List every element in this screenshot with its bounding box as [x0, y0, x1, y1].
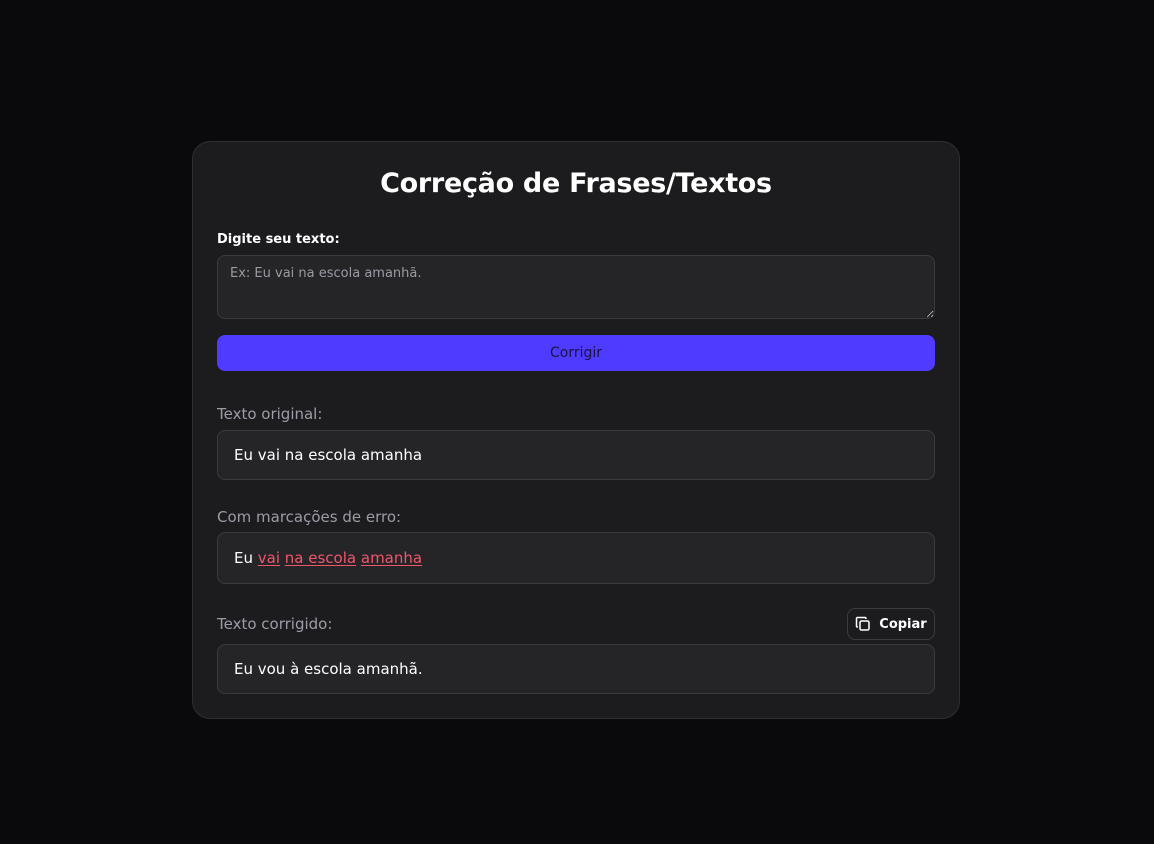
input-label: Digite seu texto:: [217, 232, 340, 247]
correction-card: Correção de Frases/Textos Digite seu tex…: [192, 141, 960, 719]
text-input[interactable]: [217, 255, 935, 319]
corrected-text-label: Texto corrigido:: [217, 615, 333, 633]
correct-button[interactable]: Corrigir: [217, 335, 935, 371]
page-title: Correção de Frases/Textos: [380, 168, 772, 199]
corrected-text-box: Eu vou à escola amanhã.: [217, 644, 935, 694]
copy-icon: [855, 616, 871, 632]
copy-button[interactable]: Copiar: [847, 608, 935, 640]
error-segment: vai: [257, 549, 281, 567]
marked-text-label: Com marcações de erro:: [217, 508, 402, 526]
error-segment: na escola: [284, 549, 357, 567]
original-text-box: Eu vai na escola amanha: [217, 430, 935, 480]
marked-text-box: Eu vai na escola amanha: [217, 532, 935, 584]
error-segment: amanha: [360, 549, 423, 567]
original-text-label: Texto original:: [217, 405, 323, 423]
copy-button-label: Copiar: [879, 616, 927, 632]
marked-segment: Eu: [234, 549, 253, 567]
